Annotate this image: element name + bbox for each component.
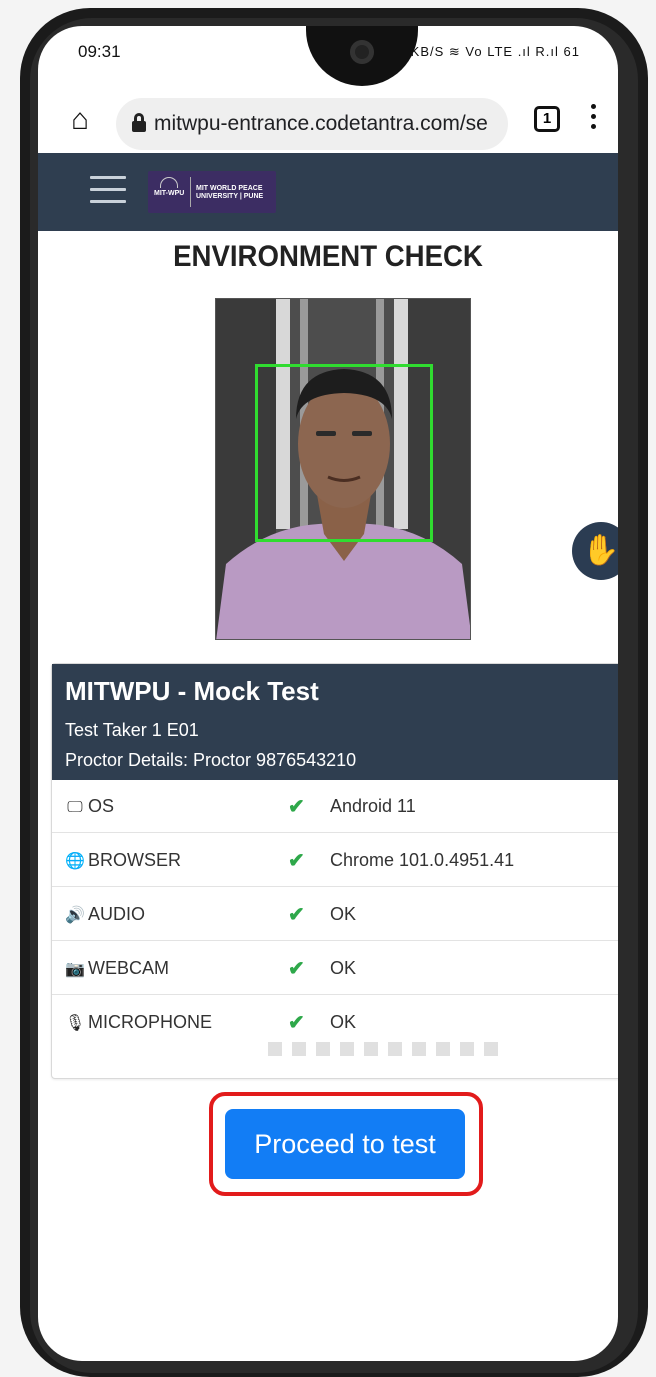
- highlight-box: Proceed to test: [209, 1092, 483, 1196]
- tab-switcher-button[interactable]: 1: [534, 106, 560, 132]
- check-row-os: 🖵 OS ✔ Android 11: [52, 780, 618, 833]
- hamburger-menu-icon[interactable]: [90, 176, 126, 208]
- browser-menu-icon[interactable]: [586, 104, 600, 134]
- university-logo: MIT-WPU MIT WORLD PEACE UNIVERSITY | PUN…: [148, 171, 276, 213]
- check-value: Chrome 101.0.4951.41: [330, 850, 515, 870]
- check-label: OS: [88, 796, 115, 816]
- lock-icon: [132, 113, 146, 132]
- camera-icon: 📷: [65, 961, 85, 978]
- address-bar[interactable]: mitwpu-entrance.codetantra.com/se: [116, 98, 508, 150]
- check-label: AUDIO: [88, 904, 146, 924]
- site-header: MIT-WPU MIT WORLD PEACE UNIVERSITY | PUN…: [38, 153, 618, 231]
- speaker-icon: 🔊: [65, 907, 85, 924]
- phone-screen: 09:31 ✱ 63.0 KB/S ≋ Vo LTE .ıl R.ıl 61 ⌂…: [38, 26, 618, 1361]
- check-value: OK: [330, 904, 357, 924]
- check-row-audio: 🔊 AUDIO ✔ OK: [52, 888, 618, 941]
- exam-name: MITWPU - Mock Test: [65, 676, 319, 706]
- proctor-details: Proctor Details: Proctor 9876543210: [65, 750, 357, 770]
- check-mark-icon: ✔: [288, 850, 305, 872]
- check-mark-icon: ✔: [288, 958, 305, 980]
- check-value: Android 11: [330, 796, 416, 816]
- monitor-icon: 🖵: [67, 799, 83, 816]
- logo-left-text: MIT-WPU: [154, 190, 185, 197]
- test-taker: Test Taker 1 E01: [65, 720, 199, 740]
- check-label: MICROPHONE: [88, 1012, 213, 1032]
- check-mark-icon: ✔: [288, 796, 305, 818]
- proceed-to-test-button[interactable]: Proceed to test: [225, 1109, 465, 1179]
- microphone-icon: 🎙: [64, 1015, 86, 1032]
- card-header: MITWPU - Mock Test Test Taker 1 E01 Proc…: [52, 664, 618, 780]
- check-mark-icon: ✔: [288, 1012, 305, 1034]
- globe-icon: 🌐: [65, 853, 85, 870]
- front-camera-icon: [350, 40, 374, 64]
- webcam-preview: [215, 298, 471, 640]
- face-detection-box: [255, 364, 433, 542]
- browser-toolbar: ⌂ mitwpu-entrance.codetantra.com/se 1: [38, 90, 618, 154]
- check-row-webcam: 📷 WEBCAM ✔ OK: [52, 942, 618, 995]
- status-time: 09:31: [78, 42, 121, 61]
- check-value: OK: [330, 1012, 357, 1032]
- page-title: ENVIRONMENT CHECK: [173, 240, 483, 273]
- microphone-level-meter: [268, 1042, 508, 1056]
- check-row-browser: 🌐 BROWSER ✔ Chrome 101.0.4951.41: [52, 834, 618, 887]
- raise-hand-icon[interactable]: ✋: [572, 522, 618, 580]
- check-value: OK: [330, 958, 357, 978]
- home-icon[interactable]: ⌂: [60, 100, 100, 140]
- exam-info-card: MITWPU - Mock Test Test Taker 1 E01 Proc…: [51, 663, 618, 1079]
- check-label: WEBCAM: [88, 958, 169, 978]
- check-mark-icon: ✔: [288, 904, 305, 926]
- url-text: mitwpu-entrance.codetantra.com/se: [154, 112, 488, 135]
- check-label: BROWSER: [88, 850, 182, 870]
- logo-right-text: MIT WORLD PEACE UNIVERSITY | PUNE: [196, 185, 264, 200]
- dome-icon: [160, 177, 178, 188]
